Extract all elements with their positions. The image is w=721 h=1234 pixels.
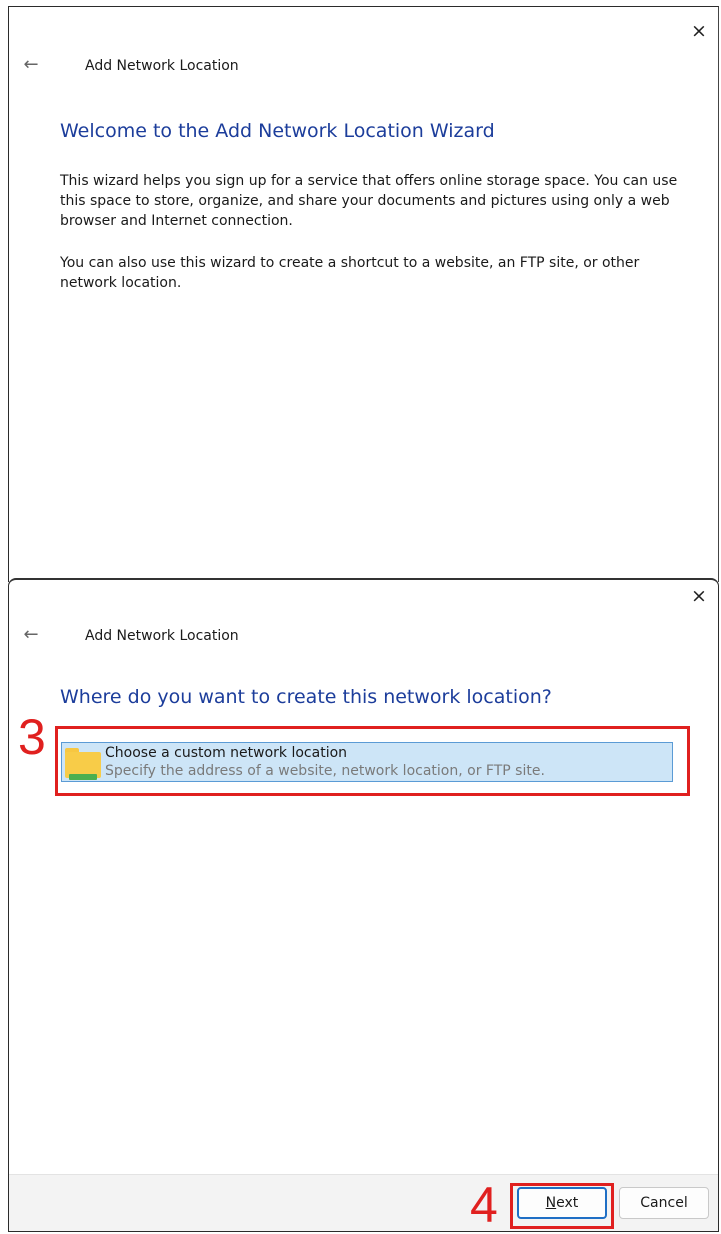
cancel-button[interactable]: Cancel — [619, 1187, 709, 1219]
shortcut-paragraph: You can also use this wizard to create a… — [60, 255, 640, 291]
step-4-label: 4 — [470, 1177, 498, 1233]
window-title: Add Network Location — [85, 58, 239, 74]
wizard-window-location: × ← Add Network Location Where do you wa… — [8, 578, 719, 1232]
step-3-highlight — [55, 726, 690, 796]
close-icon[interactable]: × — [686, 584, 712, 610]
wizard-heading: Where do you want to create this network… — [60, 686, 552, 708]
close-icon[interactable]: × — [686, 19, 712, 45]
back-arrow-icon[interactable]: ← — [19, 54, 43, 78]
back-arrow-icon[interactable]: ← — [19, 624, 43, 648]
wizard-heading: Welcome to the Add Network Location Wiza… — [60, 120, 495, 142]
step-4-highlight — [510, 1183, 614, 1229]
intro-paragraph: This wizard helps you sign up for a serv… — [60, 173, 678, 229]
window-title: Add Network Location — [85, 628, 239, 644]
step-3-label: 3 — [18, 709, 46, 765]
wizard-window-welcome: × ← Add Network Location Welcome to the … — [8, 6, 719, 582]
